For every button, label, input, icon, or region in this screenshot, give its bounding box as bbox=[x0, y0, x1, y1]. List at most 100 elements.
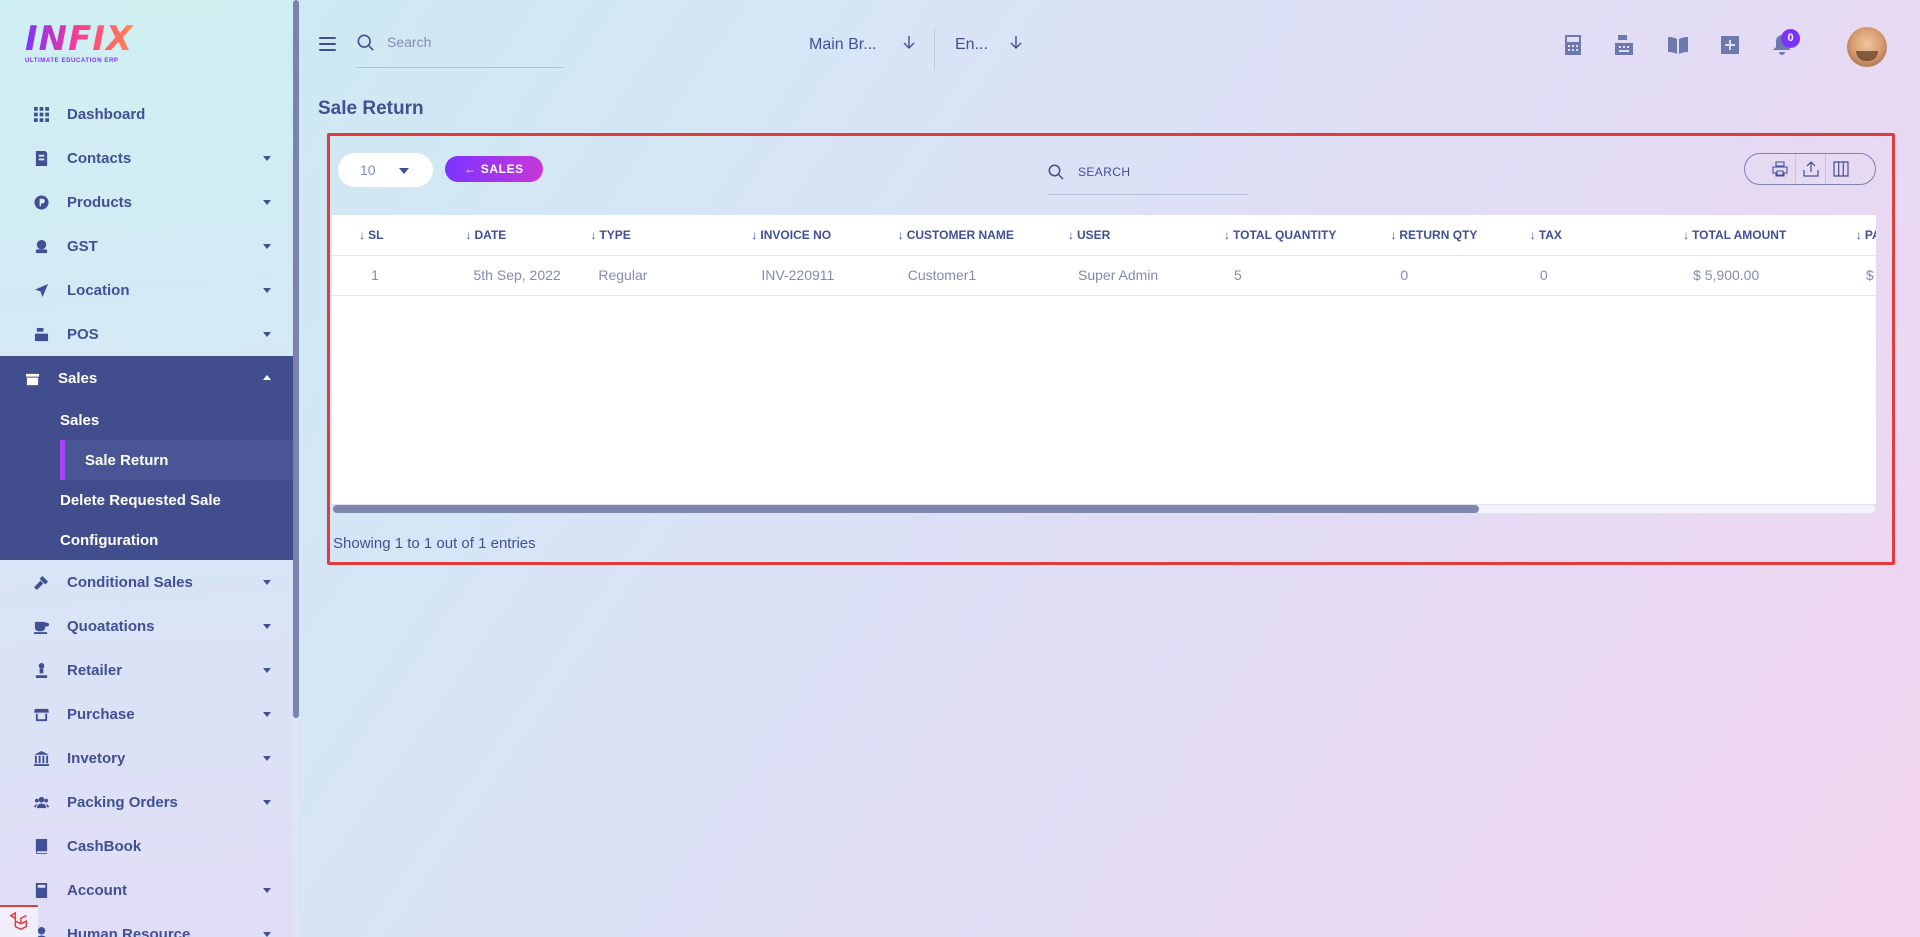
laravel-icon bbox=[9, 911, 28, 931]
table-search-input[interactable] bbox=[1078, 165, 1238, 179]
chevron-down-icon bbox=[263, 624, 271, 629]
back-to-sales-button[interactable]: ← SALES bbox=[445, 156, 543, 182]
sidebar-subitem-sale-return[interactable]: Sale Return bbox=[60, 440, 293, 480]
chevron-down-icon bbox=[263, 200, 271, 205]
topbar: Main Br... En... 0 bbox=[299, 0, 1920, 92]
sidebar-scrollbar-thumb[interactable] bbox=[293, 0, 299, 718]
table-horizontal-scrollbar[interactable] bbox=[332, 504, 1876, 514]
column-header-tax[interactable]: ↓ TAX bbox=[1529, 215, 1684, 256]
topbar-divider bbox=[934, 28, 935, 70]
product-icon bbox=[33, 194, 49, 210]
page-size-select[interactable]: 10 bbox=[338, 153, 433, 187]
column-header-label: PAID bbox=[1864, 227, 1876, 242]
column-header-customer-name[interactable]: ↓ CUSTOMER NAME bbox=[897, 215, 1068, 256]
book-open-icon[interactable] bbox=[1667, 34, 1689, 56]
column-header-sl[interactable]: ↓ SL bbox=[359, 215, 466, 256]
gst-icon bbox=[33, 238, 49, 254]
sort-arrow-icon: ↓ bbox=[359, 227, 366, 242]
table-search[interactable] bbox=[1048, 160, 1248, 195]
column-header-user[interactable]: ↓ USER bbox=[1068, 215, 1225, 256]
sidebar-item-cashbook[interactable]: CashBook bbox=[0, 824, 293, 868]
grid-icon bbox=[33, 106, 49, 122]
column-header-label: TAX bbox=[1538, 227, 1562, 242]
menu-toggle-icon[interactable] bbox=[319, 37, 336, 51]
export-icon bbox=[1802, 161, 1819, 177]
sidebar-subitem-sales[interactable]: Sales bbox=[0, 400, 293, 440]
chevron-down-icon bbox=[263, 668, 271, 673]
sidebar-subitem-label: Sale Return bbox=[85, 451, 169, 469]
search-icon bbox=[357, 34, 374, 51]
arrow-down-icon bbox=[903, 36, 915, 49]
sidebar-item-invetory[interactable]: Invetory bbox=[0, 736, 293, 780]
caret-down-icon bbox=[399, 168, 409, 174]
gavel-icon bbox=[33, 574, 49, 590]
table-row[interactable]: 1 5th Sep, 2022 Regular INV-220911 Custo… bbox=[332, 255, 1876, 296]
chevron-down-icon bbox=[263, 288, 271, 293]
sidebar-scrollbar[interactable] bbox=[293, 0, 299, 937]
table-scrollbar-thumb[interactable] bbox=[333, 505, 1479, 513]
sidebar-item-label: Packing Orders bbox=[67, 793, 178, 811]
sidebar-item-account[interactable]: Account bbox=[0, 868, 293, 912]
column-header-label: CUSTOMER NAME bbox=[906, 227, 1014, 242]
column-header-return-qty[interactable]: ↓ RETURN QTY bbox=[1390, 215, 1530, 256]
cell-total-amount: $ 5,900.00 bbox=[1683, 255, 1856, 296]
sidebar-item-human-resource[interactable]: Human Resource bbox=[0, 912, 293, 937]
sidebar-item-label: Sales bbox=[58, 369, 98, 387]
column-header-total-amount[interactable]: ↓ TOTAL AMOUNT bbox=[1683, 215, 1856, 256]
cash-register-icon bbox=[33, 326, 49, 342]
sidebar-item-purchase[interactable]: Purchase bbox=[0, 692, 293, 736]
sidebar-item-packing-orders[interactable]: Packing Orders bbox=[0, 780, 293, 824]
sidebar-group-sales: Sales Sales Sale Return Delete Requested… bbox=[0, 356, 293, 560]
sidebar-nav: Dashboard Contacts Products GST Location… bbox=[0, 92, 293, 937]
plus-square-icon[interactable] bbox=[1719, 34, 1741, 56]
column-header-invoice-no[interactable]: ↓ INVOICE NO bbox=[751, 215, 898, 256]
sidebar-item-location[interactable]: Location bbox=[0, 268, 293, 312]
column-header-label: USER bbox=[1077, 227, 1111, 242]
language-select[interactable]: En... bbox=[955, 36, 1022, 54]
sidebar-item-label: GST bbox=[67, 237, 98, 255]
sidebar-item-quoatations[interactable]: Quoatations bbox=[0, 604, 293, 648]
columns-icon bbox=[1832, 161, 1849, 177]
print-button[interactable] bbox=[1765, 154, 1795, 184]
chevron-down-icon bbox=[263, 756, 271, 761]
global-search[interactable] bbox=[357, 30, 563, 68]
shop-icon bbox=[33, 706, 49, 722]
branch-select[interactable]: Main Br... bbox=[809, 36, 915, 54]
avatar[interactable] bbox=[1847, 27, 1887, 67]
sidebar-item-contacts[interactable]: Contacts bbox=[0, 136, 293, 180]
brand-logo[interactable]: INFIX ULTIMATE EDUCATION ERP bbox=[25, 22, 135, 68]
sidebar-item-gst[interactable]: GST bbox=[0, 224, 293, 268]
sidebar-subitem-configuration[interactable]: Configuration bbox=[0, 520, 293, 560]
column-header-type[interactable]: ↓ TYPE bbox=[590, 215, 752, 256]
sidebar-item-sales[interactable]: Sales bbox=[0, 356, 293, 400]
notification-count-badge: 0 bbox=[1781, 29, 1800, 48]
cash-register-icon[interactable] bbox=[1613, 34, 1635, 56]
chevron-down-icon bbox=[263, 244, 271, 249]
sidebar-item-label: Quoatations bbox=[67, 617, 155, 635]
column-header-total-quantity[interactable]: ↓ TOTAL QUANTITY bbox=[1224, 215, 1391, 256]
sidebar-subitem-label: Configuration bbox=[60, 531, 159, 549]
users-icon bbox=[33, 794, 49, 810]
calculator-icon[interactable] bbox=[1562, 34, 1584, 56]
column-header-paid[interactable]: ↓PAID bbox=[1855, 215, 1876, 256]
chevron-down-icon bbox=[263, 800, 271, 805]
global-search-input[interactable] bbox=[387, 34, 557, 50]
sidebar-item-conditional-sales[interactable]: Conditional Sales bbox=[0, 560, 293, 604]
chevron-down-icon bbox=[263, 932, 271, 937]
sidebar-item-retailer[interactable]: Retailer bbox=[0, 648, 293, 692]
column-header-label: TOTAL AMOUNT bbox=[1692, 227, 1787, 242]
calculator-icon bbox=[33, 882, 49, 898]
sidebar-item-products[interactable]: Products bbox=[0, 180, 293, 224]
sidebar-item-dashboard[interactable]: Dashboard bbox=[0, 92, 293, 136]
coffee-icon bbox=[33, 618, 49, 634]
sidebar-item-pos[interactable]: POS bbox=[0, 312, 293, 356]
column-header-label: SL bbox=[368, 227, 384, 242]
sidebar-subitem-delete-requested-sale[interactable]: Delete Requested Sale bbox=[0, 480, 293, 520]
column-header-date[interactable]: ↓ DATE bbox=[465, 215, 591, 256]
chevron-up-icon bbox=[263, 375, 271, 380]
export-button[interactable] bbox=[1795, 154, 1825, 184]
sidebar-item-label: Purchase bbox=[67, 705, 135, 723]
columns-button[interactable] bbox=[1825, 154, 1855, 184]
sidebar-item-label: Location bbox=[67, 281, 130, 299]
laravel-debug-badge[interactable] bbox=[0, 905, 38, 937]
